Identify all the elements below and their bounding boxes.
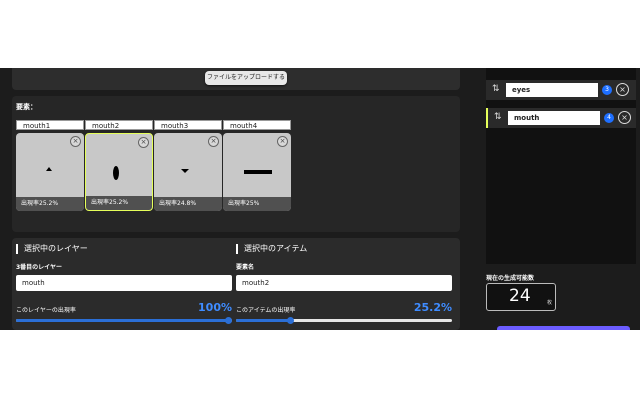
close-icon[interactable]: × bbox=[70, 136, 81, 147]
element-item: mouth3 × 出現率24.8% bbox=[154, 120, 222, 211]
element-card[interactable]: × 出現率24.8% bbox=[154, 133, 222, 211]
upload-file-button[interactable]: ファイルをアップロードする bbox=[205, 71, 287, 85]
element-card[interactable]: × 出現率25.2% bbox=[85, 133, 153, 211]
element-preview-image bbox=[46, 167, 52, 171]
generate-button[interactable] bbox=[497, 326, 630, 330]
element-item: mouth2 × 出現率25.2% bbox=[85, 120, 153, 211]
element-name-field[interactable]: mouth3 bbox=[154, 120, 222, 130]
layer-name-field[interactable]: eyes bbox=[506, 83, 598, 97]
element-rate-label: 出現率25% bbox=[223, 197, 291, 211]
item-rate-row: このアイテムの出現率 25.2% bbox=[236, 301, 452, 315]
generation-count-unit: 枚 bbox=[547, 300, 553, 306]
item-rate-value: 25.2% bbox=[413, 301, 452, 314]
close-circle-icon[interactable]: × bbox=[618, 111, 631, 124]
selected-item-sublabel: 要素名 bbox=[236, 264, 255, 271]
element-preview-image bbox=[244, 170, 272, 174]
element-preview-image bbox=[181, 169, 189, 173]
element-preview-image bbox=[113, 166, 119, 180]
item-rate-label: このアイテムの出現率 bbox=[236, 307, 296, 314]
layer-rate-slider[interactable] bbox=[16, 317, 232, 324]
slider-handle[interactable] bbox=[286, 317, 294, 324]
generation-count-label: 現在の生成可能数 bbox=[486, 275, 535, 282]
element-item: mouth4 × 出現率25% bbox=[223, 120, 291, 211]
elements-panel: 要素： mouth1 × 出現率25.2% mouth2 × 出現率25.2% … bbox=[12, 96, 460, 232]
elements-title: 要素： bbox=[16, 103, 37, 111]
slider-fill bbox=[16, 319, 229, 322]
layer-rate-row: このレイヤーの出現率 100% bbox=[16, 301, 232, 315]
layer-name-field[interactable]: mouth bbox=[508, 111, 600, 125]
selected-layer-heading: 選択中のレイヤー bbox=[16, 244, 232, 254]
layer-order-badge: 3 bbox=[602, 85, 612, 95]
element-name-field[interactable]: mouth1 bbox=[16, 120, 84, 130]
slider-handle[interactable] bbox=[225, 317, 232, 324]
element-card[interactable]: × 出現率25% bbox=[223, 133, 291, 211]
generation-count-box: 24 枚 bbox=[486, 283, 556, 311]
layer-rate-value: 100% bbox=[198, 301, 232, 314]
item-rate-slider[interactable] bbox=[236, 317, 452, 324]
element-rate-label: 出現率25.2% bbox=[86, 196, 152, 210]
layer-order-badge: 4 bbox=[604, 113, 614, 123]
layer-rate-label: このレイヤーの出現率 bbox=[16, 307, 76, 314]
element-card[interactable]: × 出現率25.2% bbox=[16, 133, 84, 211]
close-icon[interactable]: × bbox=[138, 137, 149, 148]
layer-row[interactable]: ⇅ mouth 4 × bbox=[486, 108, 636, 128]
layer-row[interactable]: ⇅ eyes 3 × bbox=[486, 80, 636, 100]
close-circle-icon[interactable]: × bbox=[616, 83, 629, 96]
selected-item-heading: 選択中のアイテム bbox=[236, 244, 452, 254]
selection-panel: 選択中のレイヤー 3番目のレイヤー mouth このレイヤーの出現率 100% … bbox=[12, 238, 460, 330]
slider-fill bbox=[236, 319, 291, 322]
element-rate-label: 出現率25.2% bbox=[16, 197, 84, 211]
app-window: ファイルをアップロードする 要素： mouth1 × 出現率25.2% mout… bbox=[0, 68, 640, 330]
close-icon[interactable]: × bbox=[208, 136, 219, 147]
upload-panel: ファイルをアップロードする bbox=[12, 68, 460, 90]
selected-layer-section: 選択中のレイヤー 3番目のレイヤー mouth このレイヤーの出現率 100% bbox=[16, 244, 232, 324]
element-item: mouth1 × 出現率25.2% bbox=[16, 120, 84, 211]
layer-list-panel: ⇅ eyes 3 × ⇅ mouth 4 × bbox=[486, 68, 636, 264]
element-name-field[interactable]: mouth2 bbox=[85, 120, 153, 130]
close-icon[interactable]: × bbox=[277, 136, 288, 147]
layer-name-input[interactable]: mouth bbox=[16, 275, 232, 291]
selected-layer-sublabel: 3番目のレイヤー bbox=[16, 264, 62, 271]
generation-count-value: 24 bbox=[509, 286, 531, 306]
element-name-field[interactable]: mouth4 bbox=[223, 120, 291, 130]
item-name-input[interactable]: mouth2 bbox=[236, 275, 452, 291]
selected-item-section: 選択中のアイテム 要素名 mouth2 このアイテムの出現率 25.2% bbox=[236, 244, 452, 324]
element-rate-label: 出現率24.8% bbox=[154, 197, 222, 211]
sort-arrows-icon[interactable]: ⇅ bbox=[494, 112, 502, 122]
sort-arrows-icon[interactable]: ⇅ bbox=[492, 84, 500, 94]
